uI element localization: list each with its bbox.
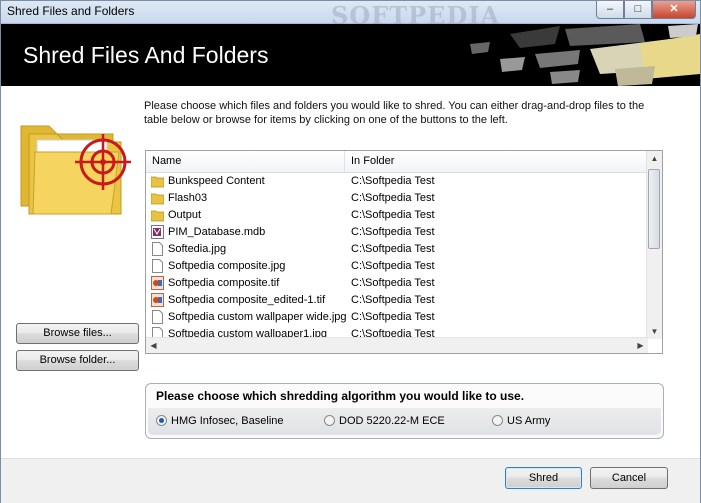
minimize-button[interactable]: – <box>596 1 624 19</box>
horizontal-scrollbar[interactable]: ◀ ▶ <box>146 337 648 353</box>
maximize-button[interactable]: □ <box>624 1 652 19</box>
scroll-right-icon[interactable]: ▶ <box>633 338 648 353</box>
table-row[interactable]: Softpedia composite.jpg C:\Softpedia Test <box>146 258 648 275</box>
radio-selected-icon[interactable] <box>156 415 167 426</box>
file-name-cell: Bunkspeed Content <box>168 175 265 187</box>
table-row[interactable]: Output C:\Softpedia Test <box>146 207 648 224</box>
folder-icon <box>150 174 165 188</box>
column-name-header[interactable]: Name <box>152 155 181 167</box>
folder-cell: C:\Softpedia Test <box>351 311 435 323</box>
file-table[interactable]: Name In Folder Bunkspeed Content C:\Softp… <box>145 150 663 354</box>
file-name-cell: Softedia.jpg <box>168 243 227 255</box>
folder-cell: C:\Softpedia Test <box>351 209 435 221</box>
file-name-cell: PIM_Database.mdb <box>168 226 266 238</box>
scroll-down-icon[interactable]: ▼ <box>647 324 662 339</box>
folder-cell: C:\Softpedia Test <box>351 192 435 204</box>
folder-cell: C:\Softpedia Test <box>351 260 435 272</box>
radio-us-army[interactable]: US Army <box>492 415 550 427</box>
blank-file-icon <box>151 310 164 324</box>
close-button[interactable]: ✕ <box>652 1 696 19</box>
radio-dod-5220[interactable]: DOD 5220.22-M ECE <box>324 415 445 427</box>
blank-file-icon <box>151 259 164 273</box>
cancel-button[interactable]: Cancel <box>590 467 668 489</box>
table-row[interactable]: Bunkspeed Content C:\Softpedia Test <box>146 173 648 190</box>
browse-folder-button[interactable]: Browse folder... <box>16 350 139 371</box>
scroll-up-icon[interactable]: ▲ <box>647 151 662 166</box>
browse-files-button[interactable]: Browse files... <box>16 323 139 344</box>
file-name-cell: Flash03 <box>168 192 208 204</box>
file-name-cell: Softpedia composite.tif <box>168 277 280 289</box>
page-title: Shred Files And Folders <box>23 42 269 68</box>
table-row[interactable]: Softpedia composite.tif C:\Softpedia Test <box>146 275 648 292</box>
folder-cell: C:\Softpedia Test <box>351 277 435 289</box>
blank-file-icon <box>151 242 164 256</box>
table-row[interactable]: PIM_Database.mdb C:\Softpedia Test <box>146 224 648 241</box>
file-name-cell: Softpedia composite_edited-1.tif <box>168 294 326 306</box>
main-panel: Please choose which files and folders yo… <box>1 86 700 458</box>
window-title: Shred Files and Folders <box>7 4 135 18</box>
folder-cell: C:\Softpedia Test <box>351 226 435 238</box>
algorithm-group: Please choose which shredding algorithm … <box>145 383 664 439</box>
scroll-thumb[interactable] <box>648 169 660 249</box>
scroll-left-icon[interactable]: ◀ <box>146 338 161 353</box>
target-folder-icon <box>20 125 131 215</box>
table-row[interactable]: Softedia.jpg C:\Softpedia Test <box>146 241 648 258</box>
folder-icon <box>150 208 165 222</box>
radio-hmg-infosec[interactable]: HMG Infosec, Baseline <box>156 415 284 427</box>
vertical-scrollbar[interactable]: ▲ ▼ <box>646 151 662 339</box>
folder-cell: C:\Softpedia Test <box>351 243 435 255</box>
table-row[interactable]: Softpedia composite_edited-1.tif C:\Softp… <box>146 292 648 309</box>
database-file-icon <box>151 225 164 239</box>
header-banner: Shred Files And Folders <box>1 24 700 86</box>
radio-unselected-icon[interactable] <box>324 415 335 426</box>
image-file-icon <box>151 293 164 307</box>
instruction-text: Please choose which files and folders yo… <box>144 100 645 126</box>
radio-unselected-icon[interactable] <box>492 415 503 426</box>
shred-button[interactable]: Shred <box>505 467 582 489</box>
algorithm-title: Please choose which shredding algorithm … <box>156 389 525 403</box>
file-rows: Bunkspeed Content C:\Softpedia Test Flash0… <box>146 173 648 353</box>
shred-dialog: Shred Files and Folders SOFTPEDIA – □ ✕ … <box>0 0 701 503</box>
file-name-cell: Softpedia custom wallpaper wide.jpg <box>168 311 347 323</box>
column-folder-header[interactable]: In Folder <box>351 155 394 167</box>
file-name-cell: Output <box>168 209 202 221</box>
image-file-icon <box>151 276 164 290</box>
folder-cell: C:\Softpedia Test <box>351 175 435 187</box>
shredded-paper-graphic <box>470 24 700 86</box>
table-row[interactable]: Flash03 C:\Softpedia Test <box>146 190 648 207</box>
folder-cell: C:\Softpedia Test <box>351 294 435 306</box>
file-name-cell: Softpedia composite.jpg <box>168 260 286 272</box>
folder-icon <box>150 191 165 205</box>
table-header: Name In Folder <box>146 151 648 173</box>
title-bar[interactable]: Shred Files and Folders SOFTPEDIA – □ ✕ <box>1 1 700 30</box>
table-row[interactable]: Softpedia custom wallpaper wide.jpg C:\So… <box>146 309 648 326</box>
